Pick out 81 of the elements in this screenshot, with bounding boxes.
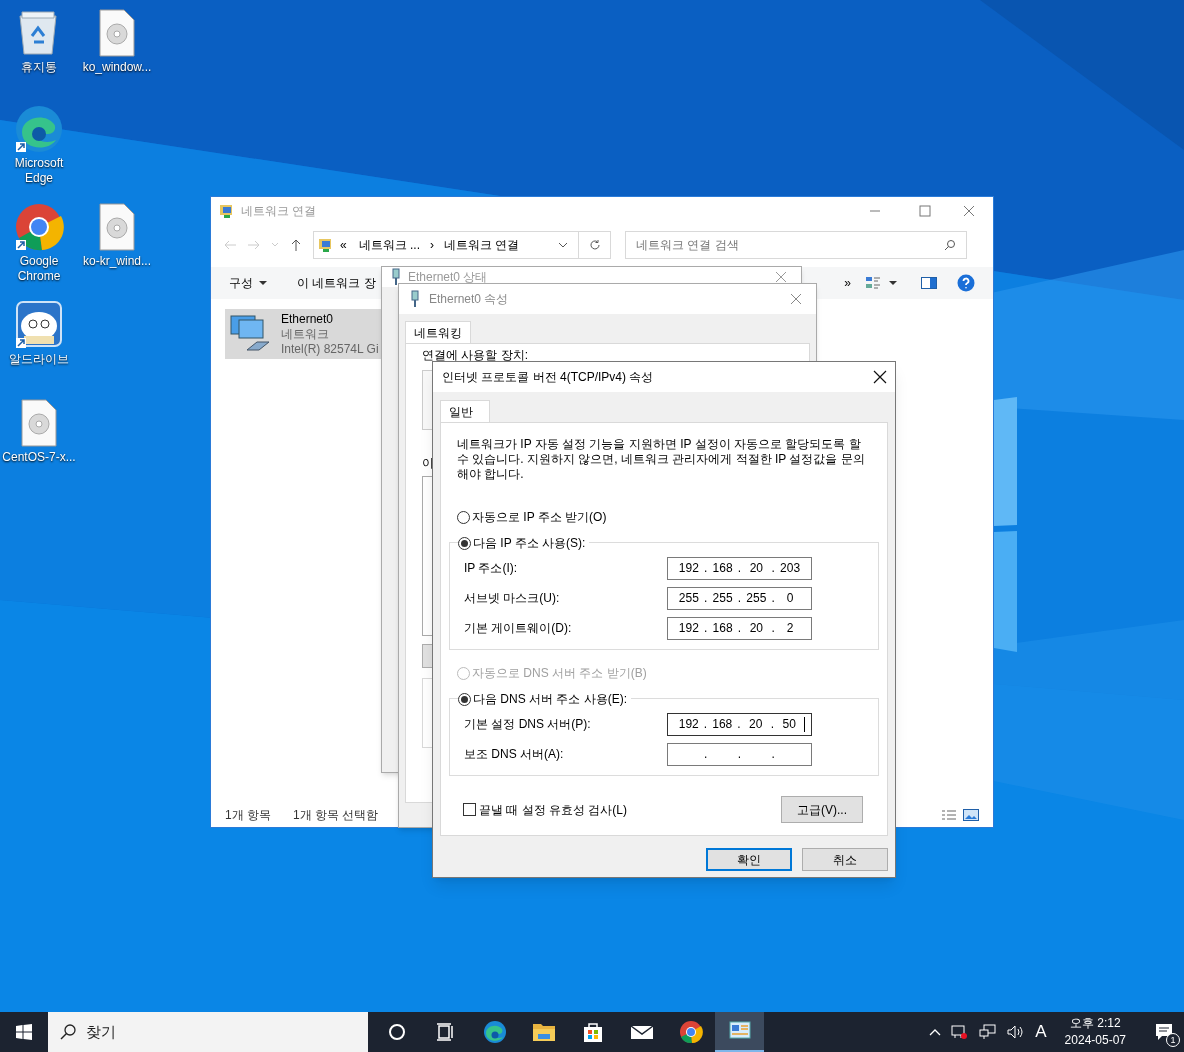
window-title: 인터넷 프로토콜 버전 4(TCP/IPv4) 속성	[442, 369, 655, 386]
field-label: 기본 설정 DNS 서버(P):	[464, 716, 592, 733]
chrome-icon	[678, 1020, 703, 1044]
network-folder-icon	[219, 203, 235, 219]
adapter-name: Ethernet0	[281, 311, 335, 327]
notification-button[interactable]: 1	[1144, 1012, 1184, 1052]
search-input[interactable]: 찾기	[86, 1020, 356, 1044]
field-label: 이	[422, 455, 434, 472]
status-text: 1개 항목 선택함	[293, 807, 379, 824]
status-text: 1개 항목	[225, 807, 271, 824]
breadcrumb-overflow[interactable]: «	[340, 236, 347, 254]
close-icon[interactable]	[873, 370, 887, 384]
notification-count-badge: 1	[1166, 1033, 1180, 1047]
organize-menu[interactable]: 구성	[229, 274, 267, 292]
breadcrumb-item[interactable]: 네트워크 ...	[358, 236, 421, 254]
speaker-icon[interactable]	[1007, 1024, 1026, 1040]
desktop-icon-label[interactable]: ko_window...	[79, 60, 155, 75]
checkbox[interactable]: 끝낼 때 설정 유효성 검사(L)	[463, 800, 781, 819]
field-label: 기본 게이트웨이(D):	[464, 620, 573, 637]
network-cable-icon	[390, 268, 402, 286]
window-title: 네트워크 연결	[241, 203, 318, 220]
more-commands-button[interactable]: »	[844, 274, 851, 292]
taskbar-search-field[interactable]: 찾기	[48, 1012, 368, 1052]
dropdown-caret-icon[interactable]	[889, 280, 897, 286]
ip-address-field[interactable]: 192 . 168 . 20 . 2	[667, 616, 812, 640]
tab[interactable]: 네트워킹	[405, 321, 471, 343]
network-icon[interactable]	[979, 1024, 998, 1040]
view-options-icon[interactable]	[865, 276, 881, 290]
network-folder-icon	[318, 237, 334, 253]
tab[interactable]: 일반	[440, 400, 490, 422]
input-indicator[interactable]: A	[1035, 1019, 1047, 1045]
ip-address-field[interactable]: 192 . 168 . 20 . 50	[667, 712, 812, 736]
help-icon[interactable]	[957, 274, 975, 292]
field-label: 서브넷 마스크(U):	[464, 590, 561, 607]
search-icon	[60, 1024, 76, 1040]
preview-pane-icon[interactable]	[921, 277, 937, 289]
toolbar-action[interactable]: 이 네트워크 장	[297, 274, 376, 292]
refresh-icon[interactable]	[588, 239, 601, 251]
dialog-button[interactable]: 확인	[706, 848, 792, 871]
chevron-up-icon[interactable]	[929, 1028, 942, 1036]
chrome-icon[interactable]	[14, 202, 64, 252]
network-warning-icon[interactable]	[951, 1024, 970, 1040]
breadcrumb-item[interactable]: 네트워크 연결	[444, 236, 520, 254]
radio-label[interactable]: 다음 DNS 서버 주소 사용(E):	[473, 690, 627, 708]
desktop-icon-label[interactable]: 휴지통	[1, 60, 77, 75]
window-title: Ethernet0 상태	[408, 269, 489, 286]
desktop-icon-label[interactable]: ko-kr_wind...	[79, 254, 155, 269]
description-text: 네트워크가 IP 자동 설정 기능을 지원하면 IP 설정이 자동으로 할당되도록 할 수 있습니다. 지원하지 않으면, 네트워크 관리자에게 적절한 IP 설정값을 문의해야 합니다.	[457, 437, 866, 482]
dialog-button[interactable]: 취소	[802, 848, 888, 871]
desktop-icon-label[interactable]: CentOS-7-x...	[1, 450, 77, 465]
message-icon	[1155, 1023, 1173, 1041]
dropdown-caret-icon[interactable]	[558, 241, 568, 249]
window-title: Ethernet0 속성	[429, 291, 510, 308]
search-icon[interactable]	[944, 239, 956, 251]
taskbar-button[interactable]	[715, 1012, 764, 1052]
desktop-icon-label[interactable]: Microsoft Edge	[1, 156, 77, 186]
network-cable-icon	[409, 290, 421, 308]
field-label: 보조 DNS 서버(A):	[464, 746, 565, 763]
radio-label[interactable]: 자동으로 IP 주소 받기(O)	[472, 508, 607, 526]
edge-icon	[482, 1020, 507, 1044]
large-icons-view-icon[interactable]	[963, 809, 979, 821]
edge-icon[interactable]	[14, 104, 64, 154]
desktop-icon-label[interactable]: 알드라이브	[1, 352, 77, 367]
address-bar[interactable]: « 네트워크 ... › 네트워크 연결	[313, 231, 611, 259]
ip-address-field[interactable]: 192 . 168 . 20 . 203	[667, 556, 812, 580]
ip-address-field[interactable]: 255 . 255 . 255 . 0	[667, 586, 812, 610]
ip-address-field[interactable]: . . .	[667, 742, 812, 766]
advanced-button[interactable]: 고급(V)...	[781, 796, 863, 823]
dropdown-caret-icon	[259, 280, 267, 286]
breadcrumb-separator: ›	[430, 237, 435, 254]
windows-logo-icon[interactable]	[16, 1024, 32, 1040]
maximize-icon[interactable]	[919, 205, 931, 217]
up-arrow-icon[interactable]	[289, 238, 303, 252]
desktop-icon-label[interactable]: Google Chrome	[1, 254, 77, 284]
clock[interactable]: 오후 2:12 2024-05-07	[1064, 1015, 1126, 1049]
network-name: 네트워크	[281, 326, 330, 342]
search-field[interactable]: 네트워크 연결 검색	[625, 231, 967, 259]
adapter-description: Intel(R) 82574L Gi	[281, 341, 379, 357]
cloud-character-icon[interactable]	[14, 300, 64, 350]
field-label: IP 주소(I):	[464, 560, 519, 577]
search-input[interactable]: 네트워크 연결 검색	[636, 236, 944, 254]
